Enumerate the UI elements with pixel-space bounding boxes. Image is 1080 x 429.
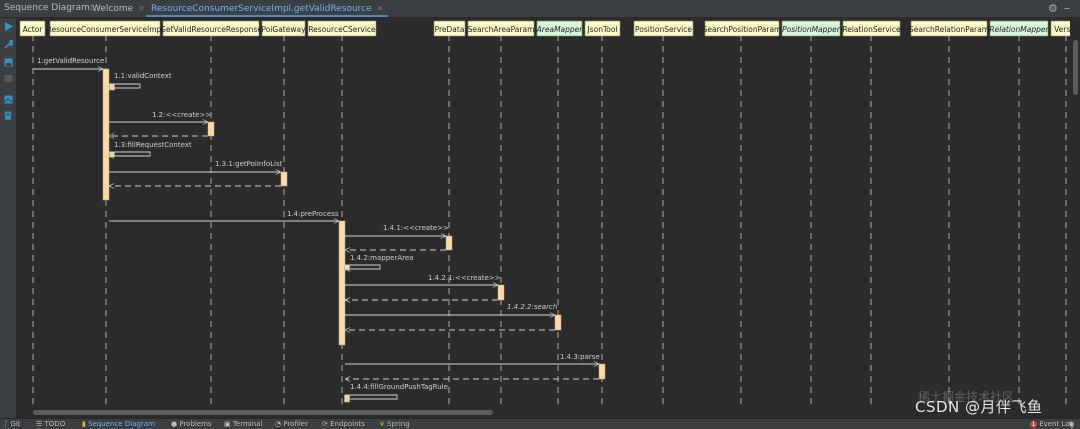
activation-bar <box>598 363 606 380</box>
close-icon[interactable]: ✕ <box>377 4 384 13</box>
statusbar-item-profiler[interactable]: ◔ Profiler <box>275 420 308 428</box>
tab-label: ResourceConsumerServiceImpl.getValidReso… <box>151 4 372 14</box>
message-label: 1.2:<<create>> <box>152 111 211 119</box>
message-label: 1.4.3:parse <box>560 353 600 361</box>
tab-sequence-diagram[interactable]: ResourceConsumerServiceImpl.getValidReso… <box>146 0 389 17</box>
message-label: 1.4.2.2:search <box>507 303 557 311</box>
terminal-icon: ▣ <box>224 420 233 428</box>
message-label: 1.4.2.1:<<create>> <box>428 274 501 282</box>
participant-label: PositionService <box>635 25 692 34</box>
activation-bar <box>102 68 110 201</box>
participant-label: ResourceCService <box>308 25 376 34</box>
minimize-icon[interactable]: – <box>1064 1 1070 15</box>
sequence-diagram-svg: Actor ResourceConsumerServiceImplGetValid… <box>19 20 1070 411</box>
message-label: 1.3:fillRequestContext <box>114 141 192 149</box>
participant-label: SearchAreaParam <box>468 25 535 34</box>
activation-bar <box>280 171 288 187</box>
activation-bar <box>497 284 505 301</box>
activation-bar <box>445 235 453 251</box>
vertical-scrollbar[interactable] <box>1071 18 1080 411</box>
message-label: 1.4:preProcess <box>287 210 339 218</box>
statusbar-item-todo[interactable]: ☰ TODO <box>36 420 65 428</box>
gear-icon[interactable]: ⚙ <box>1048 2 1058 15</box>
tool-window-bar: ᚴ Git ☰ TODO ▮ Sequence Diagram ● Proble… <box>0 418 1080 429</box>
left-toolbar <box>0 18 17 418</box>
save-icon[interactable] <box>4 58 13 67</box>
tab-welcome[interactable]: Welcome ✕ <box>92 0 145 17</box>
endpoints-icon: ⟳ <box>322 420 331 428</box>
image-icon[interactable] <box>4 95 13 104</box>
message-label: 1.1:validContext <box>114 72 172 80</box>
message-label: 1.3.1:getPoiInfoList <box>215 160 283 168</box>
watermark: CSDN @月伴飞鱼 <box>915 398 1043 416</box>
activation-bar <box>109 83 115 91</box>
message-label: 1.4.1:<<create>> <box>383 224 449 232</box>
event-count-badge: 1 <box>1030 421 1037 428</box>
participant-label: PositionMapper <box>782 25 841 34</box>
self-call-arrow[interactable] <box>345 394 398 399</box>
activation-bar <box>207 121 215 137</box>
participant-label: Actor <box>23 25 44 34</box>
message-label: 1.4.2:mapperArea <box>350 254 413 262</box>
spring-icon: ❦ <box>379 420 388 428</box>
statusbar-item-problems[interactable]: ● Problems <box>171 420 212 428</box>
sequence-diagram-canvas[interactable]: Actor ResourceConsumerServiceImpl GetValid… <box>17 18 1070 411</box>
activation-bar <box>344 394 350 403</box>
list-icon: ☰ <box>36 420 45 428</box>
play-icon[interactable] <box>4 22 13 31</box>
message-label: 1.4.4:fillGroundPushTagRule <box>350 383 448 391</box>
statusbar-item-endpoints[interactable]: ⟳ Endpoints <box>322 420 365 428</box>
message-label: 1:getValidResource <box>37 57 104 65</box>
statusbar-item-spring[interactable]: ❦ Spring <box>379 420 410 428</box>
tool-window-title: Sequence Diagram: <box>4 3 93 13</box>
statusbar-item-terminal[interactable]: ▣ Terminal <box>224 420 262 428</box>
tab-label: Welcome <box>92 4 134 14</box>
scrollbar-thumb[interactable] <box>1073 40 1078 95</box>
participant-label: PoiGateway <box>261 25 306 34</box>
scrollbar-thumb[interactable] <box>33 410 493 415</box>
participant-label: AreaMapper <box>536 25 584 34</box>
self-call-arrow[interactable] <box>345 264 381 269</box>
participant-label: SearchRelationParam <box>909 25 989 34</box>
activation-bar <box>554 314 562 331</box>
participant-label: ResourceConsumerServiceImpl <box>47 25 164 34</box>
participant-label: PreData <box>435 25 465 34</box>
database-icon[interactable] <box>4 74 13 83</box>
editor-tab-bar: Sequence Diagram: Welcome ✕ ResourceConsu… <box>0 0 1080 18</box>
wrench-icon[interactable] <box>4 40 13 49</box>
eye-icon[interactable]: ◉ <box>1068 420 1074 428</box>
activation-bar <box>338 220 346 346</box>
participant-label: GetValidResourceResponse <box>160 25 262 34</box>
export-icon[interactable] <box>4 111 13 120</box>
horizontal-scrollbar[interactable] <box>17 409 1070 417</box>
statusbar-item-git[interactable]: ᚴ Git <box>4 420 21 428</box>
participant-label: Versio <box>1054 25 1070 34</box>
participant-label: JsonTool <box>586 25 617 34</box>
participant-label: SearchPositionParam <box>703 25 782 34</box>
self-call-arrow[interactable] <box>109 151 151 156</box>
participant-label: RelationMapper <box>989 25 1049 34</box>
statusbar-item-sequence-diagram[interactable]: ▮ Sequence Diagram <box>82 420 155 428</box>
close-icon[interactable]: ✕ <box>138 4 145 13</box>
participant-label: RelationService <box>842 25 901 34</box>
